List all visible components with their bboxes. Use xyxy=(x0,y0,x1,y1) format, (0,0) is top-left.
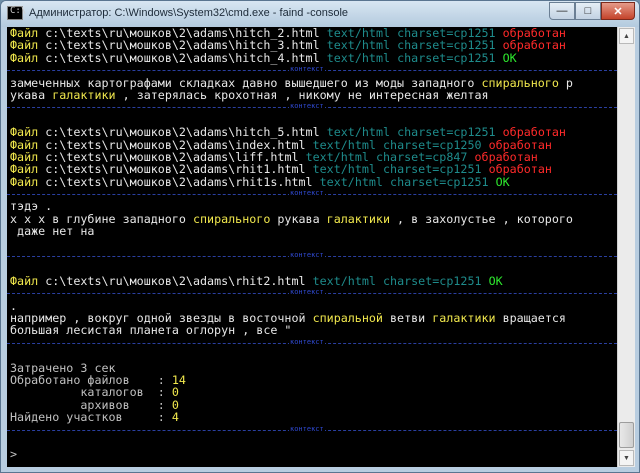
output-text: , в захолустье , которого xyxy=(390,211,573,226)
file-line: Файл c:\texts\ru\мошков\2\adams\hitch_4.… xyxy=(7,52,617,64)
file-mime: text/html xyxy=(319,174,383,189)
output-text: рукава xyxy=(270,211,327,226)
file-mime: text/html xyxy=(312,273,376,288)
output-line: большая лесистая планета оглорун , все " xyxy=(7,324,617,336)
window-title: Администратор: C:\Windows\System32\cmd.e… xyxy=(29,7,349,19)
maximize-button[interactable]: □ xyxy=(575,2,601,20)
highlight-text: галактики xyxy=(432,310,496,325)
file-line: Файл c:\texts\ru\мошков\2\adams\rhit1s.h… xyxy=(7,174,617,189)
context-separator: контекст xyxy=(7,424,617,436)
output-text: большая лесистая планета оглорун , все " xyxy=(10,323,292,338)
highlight-text: 4 xyxy=(171,410,179,425)
output-text: укава xyxy=(10,87,53,102)
output-text: , затерялась крохотная , никому не интер… xyxy=(115,87,489,102)
window-bottom-border xyxy=(1,467,639,472)
output-line: Найдено участков : 4 xyxy=(7,411,617,423)
close-button[interactable]: ✕ xyxy=(601,2,635,20)
context-separator: контекст xyxy=(7,250,617,262)
file-status: OK xyxy=(502,50,517,65)
separator-label: контекст xyxy=(289,288,325,298)
highlight-text: спирального xyxy=(192,211,271,226)
separator-label: контекст xyxy=(289,337,325,347)
output-line: даже нет на xyxy=(7,225,617,237)
output-text: даже нет на xyxy=(10,224,95,239)
separator-label: контекст xyxy=(289,424,325,434)
file-charset: charset=cp1251 xyxy=(397,50,496,65)
separator-label: контекст xyxy=(289,251,325,261)
title-bar[interactable]: C:\ Администратор: C:\Windows\System32\c… xyxy=(1,1,639,27)
separator-label: контекст xyxy=(289,65,325,75)
file-line: Файл c:\texts\ru\мошков\2\adams\rhit2.ht… xyxy=(7,275,617,287)
context-separator: контекст xyxy=(7,64,617,76)
output-text: вращается xyxy=(495,310,566,325)
file-path: c:\texts\ru\мошков\2\adams\rhit1s.html xyxy=(45,174,313,189)
highlight-text: галактики xyxy=(52,87,116,102)
output-text: Найдено участков : xyxy=(10,410,172,425)
file-mime: text/html xyxy=(326,50,391,65)
context-separator: контекст xyxy=(7,101,617,113)
separator-label: контекст xyxy=(289,189,325,199)
context-separator: контекст xyxy=(7,337,617,349)
output-line: х х х в глубине западного спирального ру… xyxy=(7,213,617,225)
highlight-text: спирального xyxy=(481,75,559,90)
output-line: > xyxy=(7,448,617,460)
app-icon-glyph: C:\ xyxy=(10,6,27,16)
separator-label: контекст xyxy=(289,102,325,112)
scroll-thumb[interactable] xyxy=(619,422,634,448)
output-text: р xyxy=(558,75,573,90)
output-text: > xyxy=(10,447,18,462)
output-text: ветви xyxy=(382,310,433,325)
file-path: c:\texts\ru\мошков\2\adams\hitch_4.html xyxy=(45,50,320,65)
scroll-down-button[interactable]: ▼ xyxy=(619,450,634,466)
file-status: OK xyxy=(488,273,503,288)
scroll-up-button[interactable]: ▲ xyxy=(619,28,634,44)
file-charset: charset=cp1251 xyxy=(390,174,489,189)
highlight-text: галактики xyxy=(326,211,390,226)
context-separator: контекст xyxy=(7,287,617,299)
console-output[interactable]: Файл c:\texts\ru\мошков\2\adams\hitch_2.… xyxy=(7,27,617,467)
vertical-scrollbar[interactable]: ▲ ▼ xyxy=(617,27,635,467)
file-path: c:\texts\ru\мошков\2\adams\rhit2.html xyxy=(45,273,306,288)
cmd-window: C:\ Администратор: C:\Windows\System32\c… xyxy=(0,0,640,473)
file-label: Файл xyxy=(10,50,39,65)
output-line: укава галактики , затерялась крохотная ,… xyxy=(7,89,617,101)
file-label: Файл xyxy=(10,273,39,288)
file-status: OK xyxy=(495,174,510,189)
file-charset: charset=cp1251 xyxy=(383,273,482,288)
context-separator: контекст xyxy=(7,188,617,200)
minimize-button[interactable]: — xyxy=(549,2,575,20)
highlight-text: спиральной xyxy=(312,310,383,325)
file-label: Файл xyxy=(10,174,39,189)
cmd-app-icon[interactable]: C:\ xyxy=(7,6,27,20)
